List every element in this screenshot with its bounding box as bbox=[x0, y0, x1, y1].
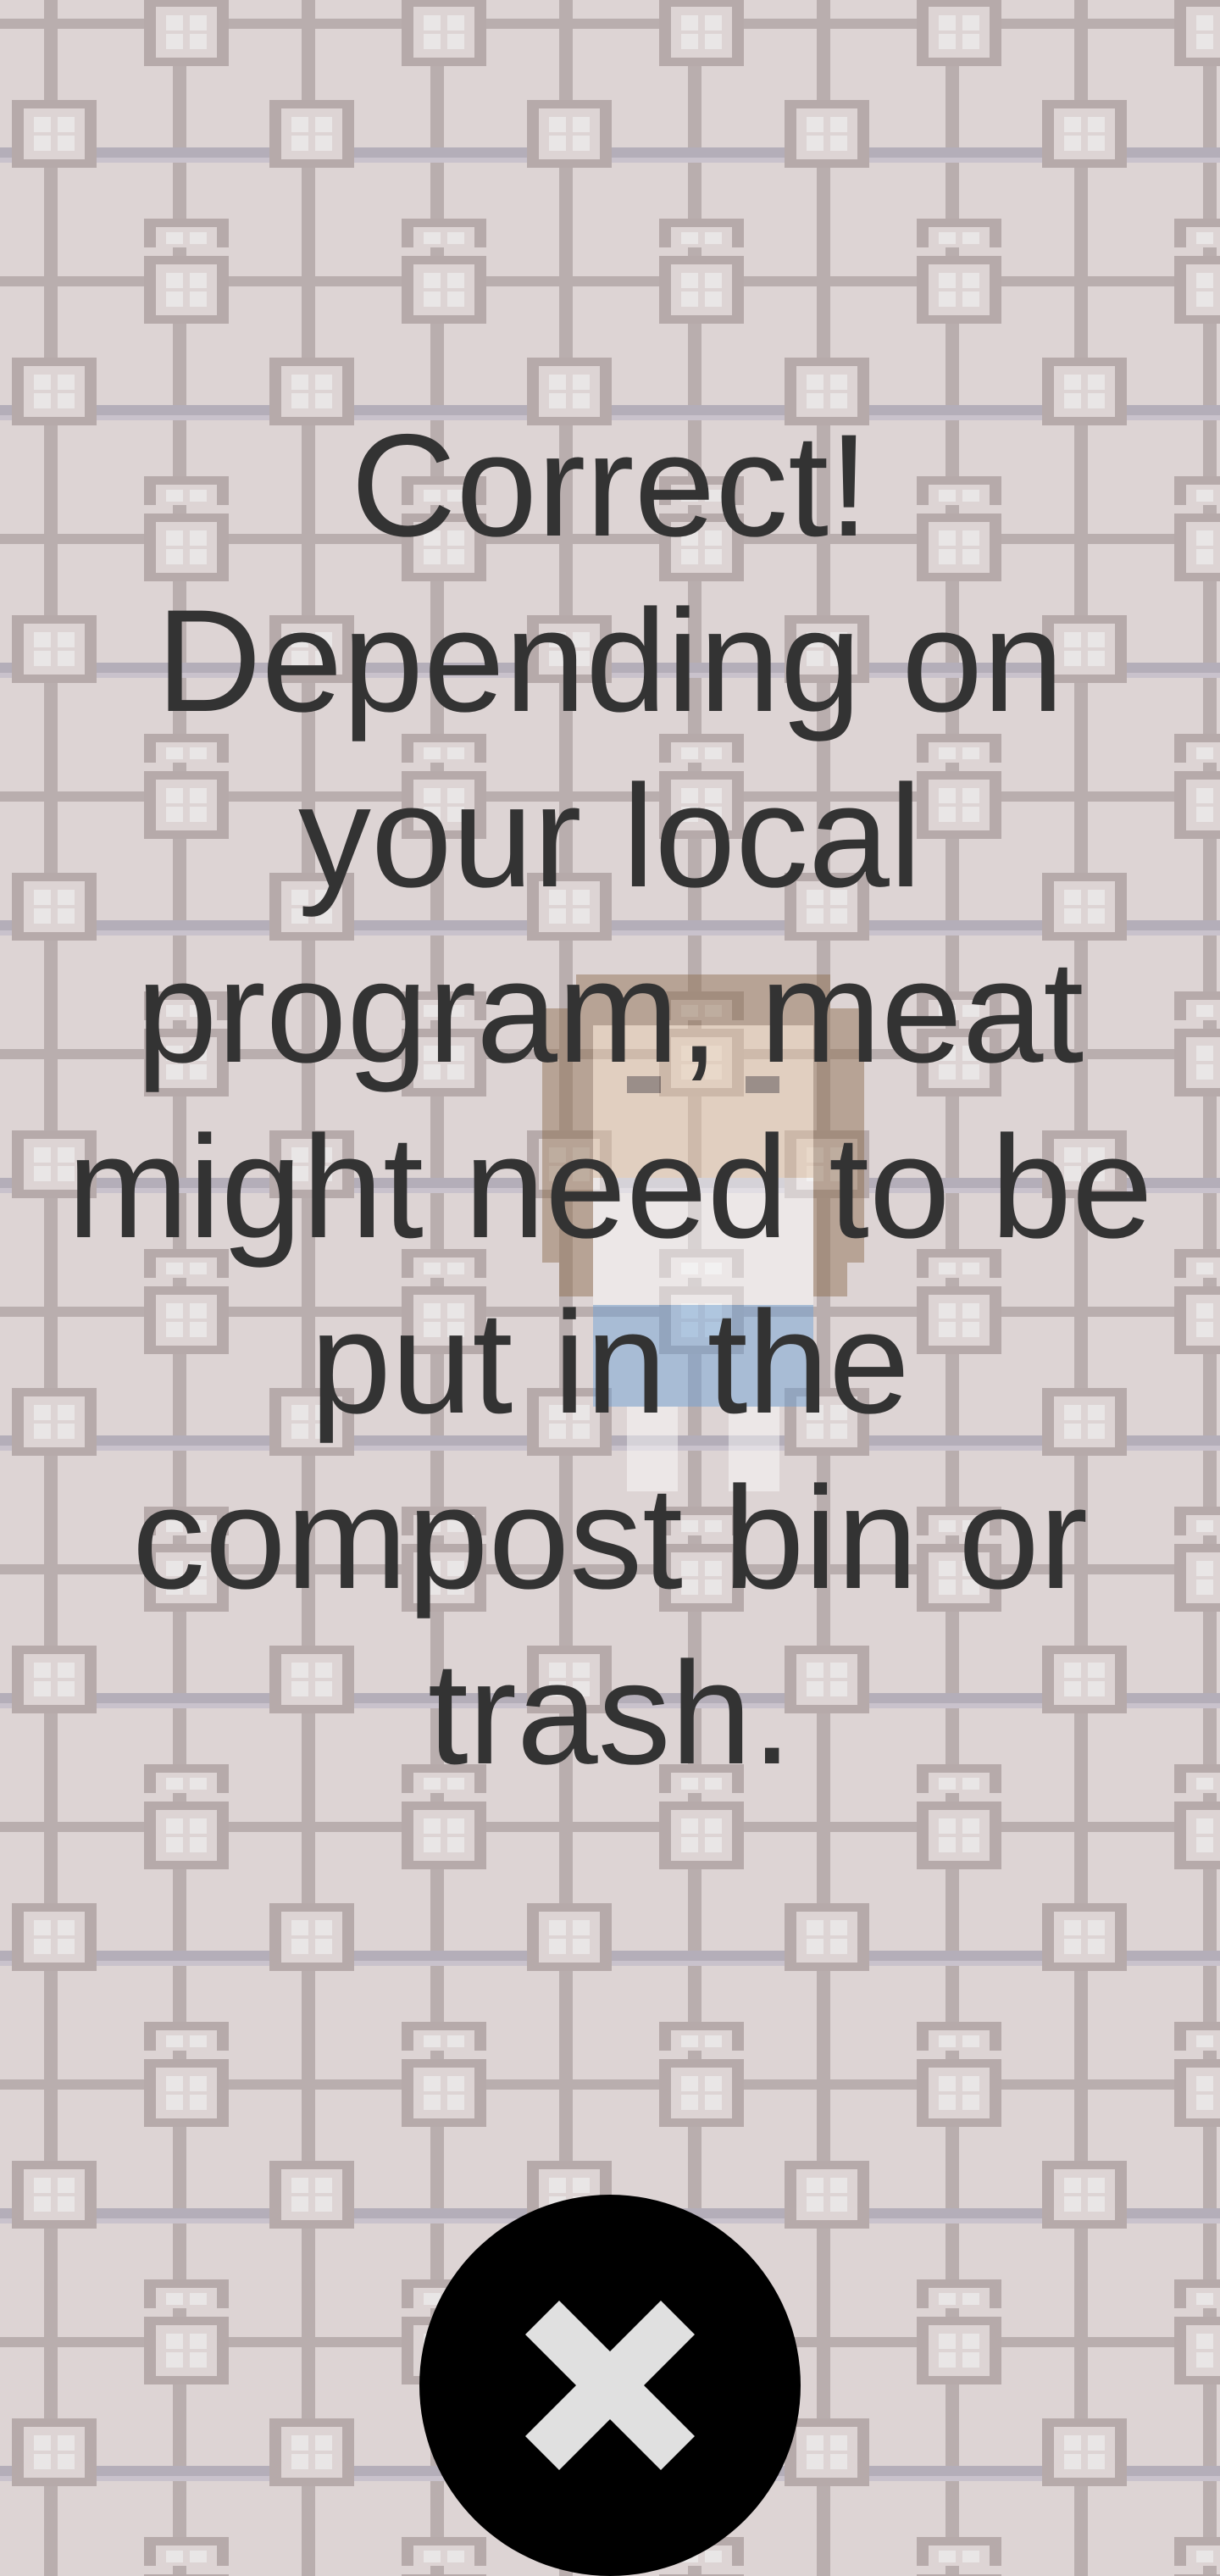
close-button[interactable] bbox=[419, 2195, 801, 2576]
game-screen: Correct! Depending on your local program… bbox=[0, 0, 1220, 2576]
close-icon bbox=[525, 2301, 695, 2470]
feedback-message: Correct! Depending on your local program… bbox=[67, 404, 1153, 1795]
